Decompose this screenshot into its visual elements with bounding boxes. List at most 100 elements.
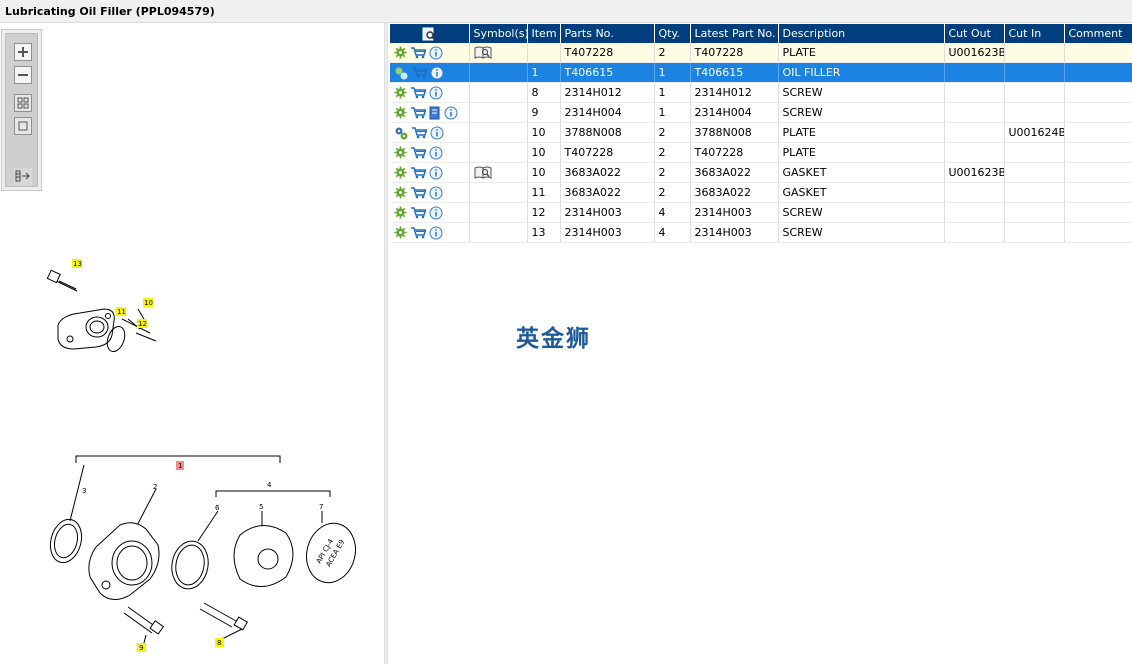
callout-4: 4 [267,481,272,489]
table-row[interactable]: 1 T406615 1 T406615 OIL FILLER [390,62,1132,83]
table-row[interactable]: 9 2314H004 1 2314H004 SCREW [390,102,1132,123]
column-header-qty[interactable]: Qty. [654,24,691,43]
column-header-description[interactable]: Description [778,24,945,43]
info-icon[interactable] [429,186,443,200]
table-row[interactable]: 10 3683A022 2 3683A022 GASKET U001623B [390,162,1132,183]
row-item: 11 [527,182,561,203]
row-item: 12 [527,202,561,223]
row-cut-in [1004,102,1065,123]
table-row[interactable]: 10 T407228 2 T407228 PLATE [390,142,1132,163]
row-latest-part-no: 3683A022 [690,182,779,203]
info-icon[interactable] [429,226,443,240]
multi-gear-icon[interactable] [394,126,408,140]
info-icon[interactable] [429,166,443,180]
info-icon[interactable] [429,86,443,100]
gear-icon[interactable] [394,226,407,239]
cart-icon[interactable] [410,46,426,59]
column-header-latest-part-no[interactable]: Latest Part No. [690,24,779,43]
row-comment [1064,162,1132,183]
info-icon[interactable] [430,66,444,80]
multi-gear-icon[interactable] [394,66,408,80]
row-actions [390,222,470,243]
table-row[interactable]: T407228 2 T407228 PLATE U001623B [390,43,1132,63]
column-header-actions[interactable] [390,24,470,43]
row-comment [1064,122,1132,143]
cart-icon[interactable] [410,86,426,99]
row-qty: 2 [654,43,691,63]
info-icon[interactable] [429,146,443,160]
cart-icon[interactable] [410,186,426,199]
gear-icon[interactable] [394,86,407,99]
info-icon[interactable] [444,106,458,120]
callout-9: 9 [139,644,143,652]
row-item: 13 [527,222,561,243]
row-latest-part-no: 3683A022 [690,162,779,183]
gear-icon[interactable] [394,146,407,159]
row-part-no: 2314H004 [560,102,655,123]
row-item: 1 [527,62,561,83]
info-icon[interactable] [429,46,443,60]
row-qty: 1 [654,82,691,103]
row-item: 10 [527,162,561,183]
row-description: SCREW [778,222,945,243]
gear-icon[interactable] [394,206,407,219]
row-cut-in [1004,62,1065,83]
row-symbols [469,62,528,83]
row-actions [390,162,470,183]
cart-icon[interactable] [410,206,426,219]
row-actions [390,122,470,143]
document-icon[interactable] [429,106,441,120]
illustration-pane[interactable]: 13 11 10 12 API CJ-4 ACEA E9 1 9 8 3 2 4… [0,23,384,664]
row-latest-part-no: 3788N008 [690,122,779,143]
gear-icon[interactable] [394,186,407,199]
table-row[interactable]: 13 2314H003 4 2314H003 SCREW [390,222,1132,243]
row-cut-in [1004,222,1065,243]
row-part-no: 3683A022 [560,162,655,183]
info-icon[interactable] [430,126,444,140]
gear-icon[interactable] [394,166,407,179]
row-latest-part-no: 2314H004 [690,102,779,123]
gear-icon[interactable] [394,106,407,119]
callout-7: 7 [319,503,323,511]
book-magnifier-icon [474,46,491,60]
row-comment [1064,43,1132,63]
parts-table-body: T407228 2 T407228 PLATE U001623B 1 T406615 1 T40… [390,43,1132,243]
row-description: GASKET [778,182,945,203]
cart-icon[interactable] [411,126,427,139]
row-cut-in [1004,162,1065,183]
row-part-no: 3788N008 [560,122,655,143]
table-row[interactable]: 10 3788N008 2 3788N008 PLATE U001624B [390,122,1132,143]
table-row[interactable]: 11 3683A022 2 3683A022 GASKET [390,182,1132,203]
column-header-cut-out[interactable]: Cut Out [944,24,1005,43]
callout-3: 3 [82,487,86,495]
column-header-parts-no[interactable]: Parts No. [560,24,655,43]
cart-icon[interactable] [410,166,426,179]
parts-table: Symbol(s) Item Parts No. Qty. Latest Par… [390,24,1132,243]
info-icon[interactable] [429,206,443,220]
row-description: GASKET [778,162,945,183]
column-header-cut-in[interactable]: Cut In [1004,24,1065,43]
cart-icon[interactable] [410,106,426,119]
row-qty: 2 [654,182,691,203]
watermark-text: 英金狮 [516,326,591,352]
table-row[interactable]: 12 2314H003 4 2314H003 SCREW [390,202,1132,223]
cart-icon[interactable] [410,226,426,239]
row-latest-part-no: T407228 [690,43,779,63]
callout-12: 12 [138,320,147,328]
row-qty: 2 [654,122,691,143]
row-part-no: T407228 [560,142,655,163]
row-item: 10 [527,122,561,143]
window-title: Lubricating Oil Filler (PPL094579) [5,5,215,18]
column-header-symbols[interactable]: Symbol(s) [469,24,529,43]
row-qty: 1 [654,62,691,83]
row-qty: 2 [654,162,691,183]
table-row[interactable]: 8 2314H012 1 2314H012 SCREW [390,82,1132,103]
row-symbols [469,142,528,163]
row-item [527,43,561,63]
callout-2: 2 [153,483,157,491]
column-header-item[interactable]: Item [527,24,561,43]
cart-icon[interactable] [410,146,426,159]
gear-icon[interactable] [394,46,407,59]
cart-icon[interactable] [411,66,427,79]
column-header-comment[interactable]: Comment [1064,24,1132,43]
